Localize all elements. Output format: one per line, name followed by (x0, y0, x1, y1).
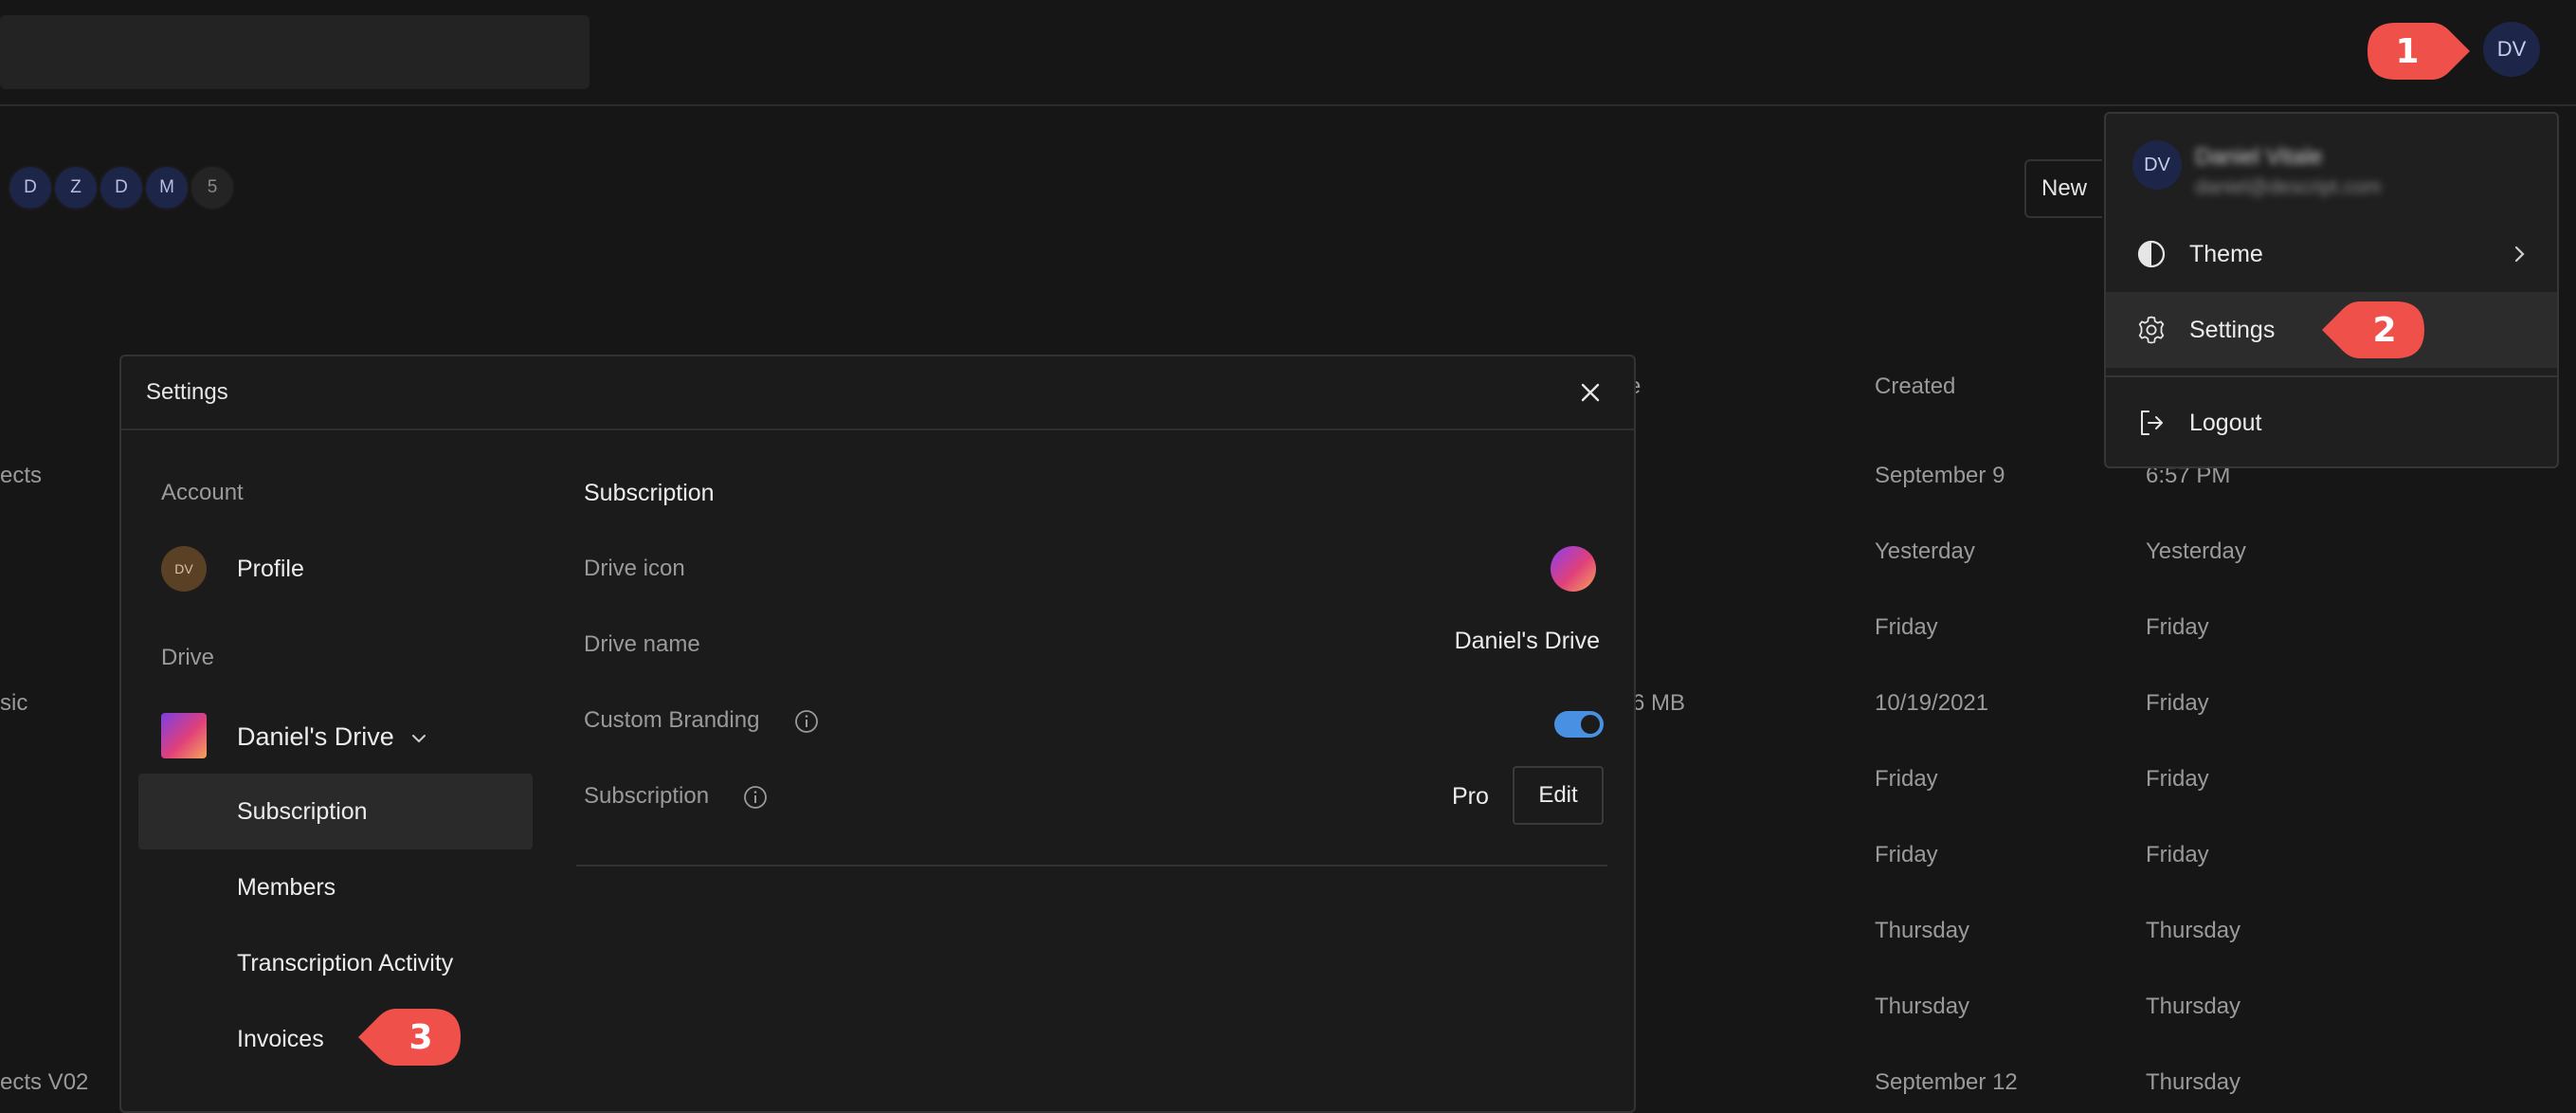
callout-number: 3 (408, 1017, 433, 1057)
user-name: Daniel Vitale (2195, 144, 2323, 170)
file-row-created: September 12 (1875, 1069, 2018, 1095)
drive-section-label: Drive (161, 645, 215, 670)
column-header-created[interactable]: Created (1875, 374, 1955, 400)
file-row-name[interactable]: ects (0, 463, 42, 489)
user-avatar-button[interactable]: DV (2483, 22, 2540, 77)
drive-switcher[interactable]: Daniel's Drive (237, 722, 427, 752)
file-row-created: Friday (1875, 766, 1938, 792)
file-row-created: Friday (1875, 842, 1938, 867)
menu-item-theme[interactable]: Theme (2106, 216, 2557, 292)
file-row-created: Yesterday (1875, 538, 1975, 564)
drive-icon (161, 713, 207, 758)
file-row-modified: Friday (2146, 690, 2209, 716)
menu-divider (2106, 375, 2557, 377)
user-email: daniel@descript.com (2195, 176, 2382, 198)
file-row-created: Friday (1875, 614, 1938, 640)
step-callout-3: 3 (351, 1005, 464, 1069)
member-avatar[interactable]: D (99, 165, 144, 210)
profile-avatar: DV (161, 546, 207, 592)
search-input[interactable] (0, 15, 590, 89)
file-row-modified: Thursday (2146, 994, 2241, 1019)
callout-number: 1 (2395, 31, 2420, 71)
file-row-modified: Thursday (2146, 918, 2241, 943)
toggle-knob (1581, 715, 1600, 734)
file-row-modified: Friday (2146, 842, 2209, 867)
modal-title: Settings (146, 379, 228, 405)
menu-item-label: Logout (2189, 410, 2262, 436)
file-row-created: Thursday (1875, 994, 1970, 1019)
new-button[interactable]: New (2024, 159, 2102, 218)
menu-user-avatar: DV (2132, 140, 2182, 190)
file-row-name[interactable]: ects V02 (0, 1069, 88, 1096)
info-icon[interactable] (743, 785, 768, 810)
sidebar-item-invoices[interactable]: Invoices (237, 1026, 324, 1053)
drive-name-label: Drive name (584, 631, 700, 657)
user-menu: DV Daniel Vitale daniel@descript.com The… (2104, 112, 2559, 468)
settings-modal: Settings Account DV Profile Drive Daniel… (119, 355, 1636, 1113)
file-row-modified: Thursday (2146, 1069, 2241, 1095)
file-row-modified: Yesterday (2146, 538, 2246, 564)
sidebar-item-profile[interactable]: Profile (237, 556, 304, 583)
sidebar-item-subscription[interactable]: Subscription (237, 798, 368, 826)
file-row-size: 6 MB (1632, 690, 1686, 716)
modal-header: Settings (121, 356, 1634, 430)
member-avatar[interactable]: D (8, 165, 53, 210)
chevron-down-icon (412, 734, 426, 743)
callout-number: 2 (2372, 310, 2397, 350)
drive-icon-label: Drive icon (584, 556, 685, 581)
content-title: Subscription (584, 480, 715, 506)
file-row-created: September 9 (1875, 463, 2005, 488)
sidebar-item-transcription-activity[interactable]: Transcription Activity (237, 950, 453, 977)
theme-icon (2137, 240, 2166, 268)
file-row-modified: Friday (2146, 766, 2209, 792)
file-row-created: Thursday (1875, 918, 1970, 943)
file-row-name[interactable]: sic (0, 690, 27, 717)
more-members-count[interactable]: 5 (190, 165, 235, 210)
gear-icon (2138, 316, 2165, 344)
custom-branding-label: Custom Branding (584, 707, 760, 733)
step-callout-2: 2 (2314, 298, 2428, 362)
close-icon[interactable] (1577, 379, 1604, 406)
menu-item-logout[interactable]: Logout (2106, 385, 2557, 461)
file-row-created: 10/19/2021 (1875, 690, 1989, 716)
chevron-right-icon (2514, 246, 2525, 263)
drive-name-value[interactable]: Daniel's Drive (1455, 628, 1600, 655)
drive-switcher-label: Daniel's Drive (237, 722, 394, 751)
menu-item-label: Theme (2189, 241, 2263, 267)
member-avatar[interactable]: Z (53, 165, 99, 210)
top-bar: DV (0, 0, 2576, 106)
subscription-label: Subscription (584, 783, 710, 809)
file-row-modified: Friday (2146, 614, 2209, 640)
info-icon[interactable] (794, 709, 819, 734)
divider (576, 865, 1607, 867)
subscription-plan: Pro (1452, 783, 1489, 810)
logout-icon (2141, 411, 2163, 435)
account-section-label: Account (161, 480, 244, 505)
step-callout-1: 1 (2364, 19, 2477, 83)
custom-branding-toggle[interactable] (1554, 711, 1604, 738)
member-avatar[interactable]: M (144, 165, 190, 210)
sidebar-item-members[interactable]: Members (237, 874, 336, 902)
menu-item-label: Settings (2189, 317, 2276, 343)
drive-icon-preview[interactable] (1551, 546, 1596, 592)
edit-subscription-button[interactable]: Edit (1513, 766, 1604, 825)
